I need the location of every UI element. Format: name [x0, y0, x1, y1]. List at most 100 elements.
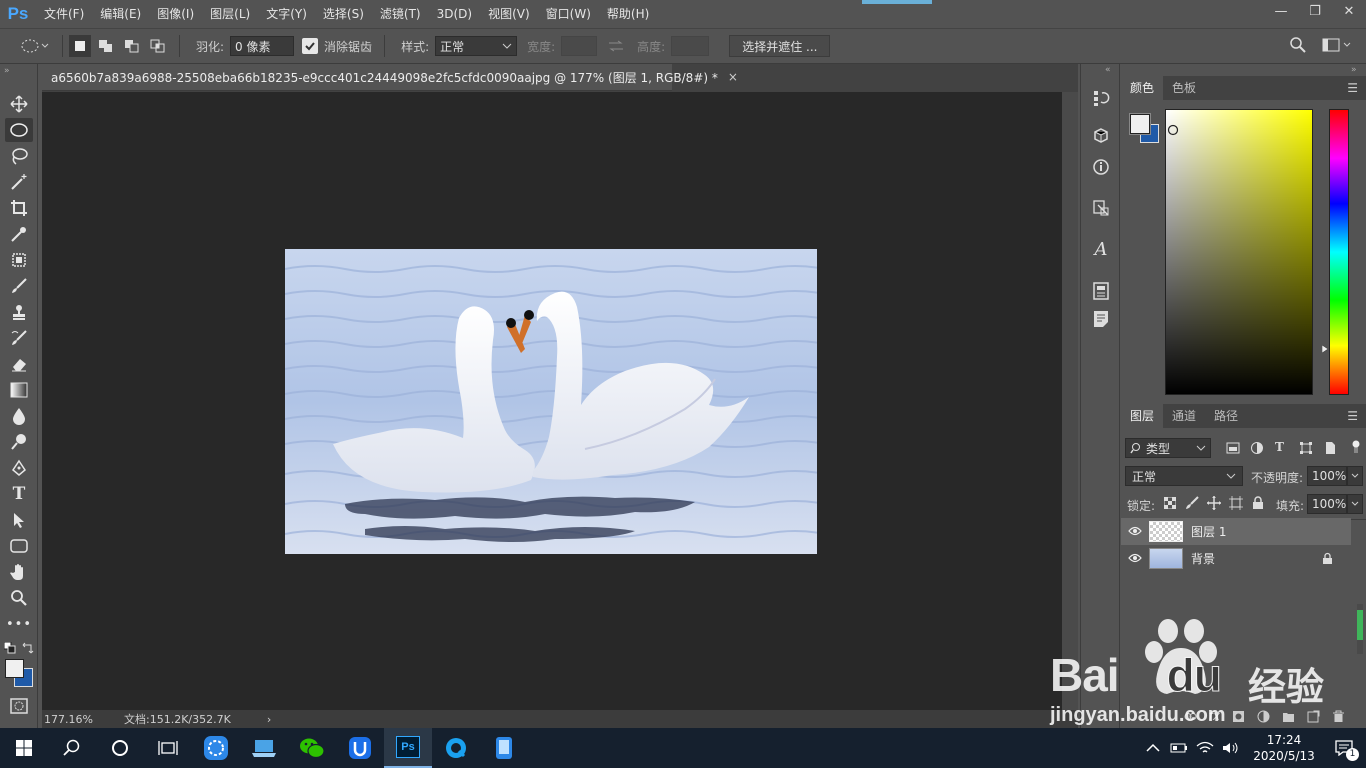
lock-artboard-button[interactable]: [1229, 496, 1243, 513]
brush-tool[interactable]: [5, 274, 33, 298]
start-button[interactable]: [0, 728, 48, 768]
lock-pixels-button[interactable]: [1185, 496, 1199, 513]
path-selection-tool[interactable]: [5, 508, 33, 532]
new-layer-icon[interactable]: [1307, 710, 1320, 723]
menu-window[interactable]: 窗口(W): [538, 0, 599, 28]
default-colors-button[interactable]: [3, 641, 16, 657]
layer-row-layer1[interactable]: 图层 1: [1121, 518, 1351, 545]
zoom-tool[interactable]: [5, 586, 33, 610]
swap-colors-button[interactable]: [22, 642, 34, 657]
layers-scroll-thumb[interactable]: [1357, 610, 1363, 640]
add-mask-icon[interactable]: [1232, 710, 1245, 723]
feather-input[interactable]: 0 像素: [230, 36, 295, 56]
blur-tool[interactable]: [5, 404, 33, 428]
phone-button[interactable]: [480, 728, 528, 768]
panel-menu-icon[interactable]: ☰: [1347, 81, 1358, 95]
new-group-icon[interactable]: [1282, 710, 1295, 723]
eyedropper-tool[interactable]: [5, 222, 33, 246]
uu-button[interactable]: [336, 728, 384, 768]
restore-button[interactable]: ❐: [1298, 0, 1332, 22]
filter-adjustment-button[interactable]: [1250, 441, 1264, 458]
filter-smart-object-button[interactable]: [1323, 441, 1337, 458]
opacity-input[interactable]: 100%: [1307, 466, 1347, 486]
adjustments-panel-button[interactable]: [1089, 196, 1113, 220]
battery-icon[interactable]: [1170, 742, 1188, 754]
select-and-mask-button[interactable]: 选择并遮住 ...: [729, 35, 831, 57]
link-layers-icon[interactable]: [1184, 710, 1197, 723]
task-view-button[interactable]: [144, 728, 192, 768]
collapse-arrows-icon[interactable]: »: [4, 66, 10, 76]
document-image[interactable]: [285, 249, 817, 554]
photoshop-taskbar-button[interactable]: Ps: [384, 728, 432, 768]
fill-input[interactable]: 100%: [1307, 494, 1347, 514]
filter-type-button[interactable]: T: [1275, 440, 1284, 454]
chevron-up-icon[interactable]: [1146, 743, 1160, 753]
antialias-checkbox[interactable]: [302, 38, 319, 54]
taskbar-app-1[interactable]: [192, 728, 240, 768]
status-menu-arrow[interactable]: ›: [267, 713, 271, 726]
clock[interactable]: 17:24 2020/5/13: [1246, 732, 1322, 764]
history-brush-tool[interactable]: [5, 326, 33, 350]
menu-help[interactable]: 帮助(H): [599, 0, 657, 28]
vertical-scrollbar[interactable]: [1062, 92, 1078, 710]
crop-tool[interactable]: [5, 196, 33, 220]
notes-panel-button[interactable]: [1089, 307, 1113, 331]
browser-button[interactable]: [432, 728, 480, 768]
lock-position-button[interactable]: [1207, 496, 1221, 513]
height-input[interactable]: [671, 36, 710, 56]
workspace-button[interactable]: [1322, 37, 1354, 56]
magic-wand-tool[interactable]: [5, 170, 33, 194]
collapse-arrows-icon[interactable]: «: [1105, 65, 1111, 75]
tab-paths[interactable]: 路径: [1205, 404, 1247, 428]
style-select[interactable]: 正常: [435, 36, 518, 56]
hue-slider[interactable]: [1329, 109, 1349, 395]
visibility-toggle[interactable]: [1121, 525, 1149, 539]
add-selection-button[interactable]: [95, 35, 117, 57]
healing-tool[interactable]: [5, 248, 33, 272]
layer-row-background[interactable]: 背景: [1121, 545, 1351, 572]
minimize-button[interactable]: —: [1264, 0, 1298, 22]
filter-shape-button[interactable]: [1299, 441, 1313, 458]
pen-tool[interactable]: [5, 456, 33, 480]
filter-pixel-button[interactable]: [1226, 441, 1240, 458]
menu-image[interactable]: 图像(I): [149, 0, 202, 28]
menu-layer[interactable]: 图层(L): [202, 0, 258, 28]
panel-menu-icon[interactable]: ☰: [1347, 409, 1358, 423]
opacity-dropdown[interactable]: [1347, 466, 1363, 486]
subtract-selection-button[interactable]: [121, 35, 143, 57]
menu-edit[interactable]: 编辑(E): [92, 0, 149, 28]
move-tool[interactable]: [5, 92, 33, 116]
fill-dropdown[interactable]: [1347, 494, 1363, 514]
glyphs-panel-button[interactable]: A: [1089, 237, 1113, 261]
menu-select[interactable]: 选择(S): [315, 0, 372, 28]
info-panel-button[interactable]: [1089, 155, 1113, 179]
quick-mask-button[interactable]: [10, 698, 28, 717]
zoom-level[interactable]: 177.16%: [44, 713, 124, 726]
tool-preset-picker[interactable]: [18, 35, 52, 57]
menu-view[interactable]: 视图(V): [480, 0, 538, 28]
notification-button[interactable]: 1: [1322, 728, 1366, 768]
wifi-icon[interactable]: [1196, 741, 1214, 755]
edit-toolbar-button[interactable]: •••: [5, 612, 33, 636]
visibility-toggle[interactable]: [1121, 552, 1149, 566]
tab-color[interactable]: 颜色: [1121, 76, 1164, 100]
fx-icon[interactable]: fx: [1209, 709, 1220, 723]
document-tab[interactable]: a6560b7a839a6988-25508eba66b18235-e9ccc4…: [42, 64, 738, 91]
eraser-tool[interactable]: [5, 352, 33, 376]
hue-slider-handle[interactable]: [1321, 342, 1330, 356]
wechat-button[interactable]: [288, 728, 336, 768]
rectangle-tool[interactable]: [5, 534, 33, 558]
collapse-arrows-icon[interactable]: »: [1351, 65, 1357, 75]
menu-3d[interactable]: 3D(D): [429, 0, 480, 28]
intersect-selection-button[interactable]: [147, 35, 169, 57]
tab-swatches[interactable]: 色板: [1163, 76, 1205, 100]
color-field[interactable]: [1165, 109, 1313, 395]
taskbar-app-2[interactable]: [240, 728, 288, 768]
menu-type[interactable]: 文字(Y): [258, 0, 315, 28]
width-input[interactable]: [561, 36, 598, 56]
search-button[interactable]: [1289, 36, 1307, 57]
blend-mode-select[interactable]: 正常: [1125, 466, 1243, 486]
menu-file[interactable]: 文件(F): [36, 0, 92, 28]
layers-scrollbar[interactable]: [1357, 604, 1363, 654]
dodge-tool[interactable]: [5, 430, 33, 454]
